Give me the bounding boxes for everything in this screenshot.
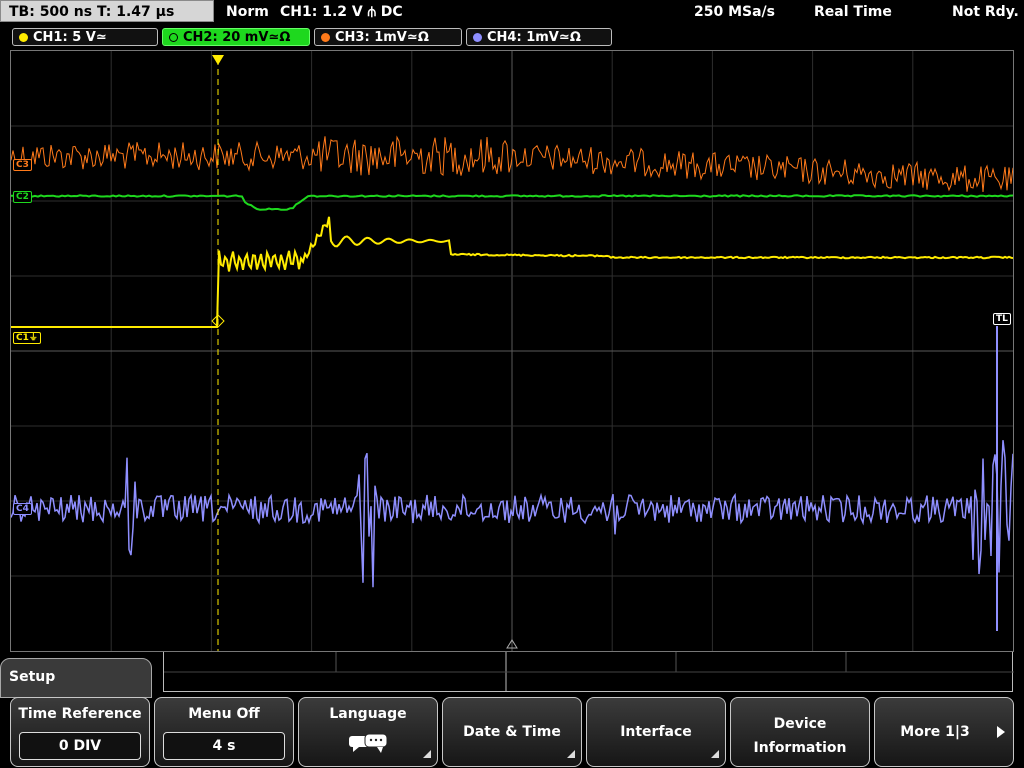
date-time-softkey[interactable]: Date & Time [442, 697, 582, 767]
softkey-label: More 1|3 [900, 724, 970, 740]
ch4-offset-marker[interactable]: C4 [13, 503, 32, 515]
softkey-label: Date & Time [463, 724, 561, 740]
acquisition-mode: Real Time [814, 4, 892, 20]
trigger-info[interactable]: CH1: 1.2 V ⫛ DC [280, 0, 403, 24]
waveform-display[interactable]: C3 C2 C1⏚ C4 TL T [10, 50, 1014, 652]
softkey-label-line1: Device [773, 716, 827, 732]
channel-tab-label: CH1: 5 V≃ [33, 30, 107, 45]
speech-bubble-icon [349, 733, 388, 753]
menu-title-tab: Setup [0, 658, 152, 698]
channel-tab-label: CH2: 20 mV≃Ω [183, 30, 291, 45]
ch3-offset-marker[interactable]: C3 [13, 159, 32, 171]
channel-tab-ch4[interactable]: CH4: 1mV≃Ω [466, 28, 612, 46]
softkey-label: Device Information [731, 712, 869, 760]
trigger-position-marker [212, 55, 224, 65]
top-status-bar: TB: 500 ns T: 1.47 µs Norm CH1: 1.2 V ⫛ … [0, 0, 1024, 24]
menu-off-value: 4 s [163, 732, 285, 760]
ch1-offset-marker[interactable]: C1⏚ [13, 332, 41, 344]
waveform-canvas [11, 51, 1013, 651]
interface-softkey[interactable]: Interface [586, 697, 726, 767]
more-softkey[interactable]: More 1|3 [874, 697, 1014, 767]
ch2-offset-marker[interactable]: C2 [13, 191, 32, 203]
menu-off-softkey[interactable]: Menu Off 4 s [154, 697, 294, 767]
arrow-right-icon [997, 726, 1005, 738]
ch3-color-dot [321, 33, 330, 42]
graticule-grid [11, 51, 1013, 651]
channel-tab-label: CH4: 1mV≃Ω [487, 30, 581, 45]
info-pane-grid [164, 652, 1014, 692]
time-reference-value: 0 DIV [19, 732, 141, 760]
channel-tab-bar: CH1: 5 V≃ CH2: 20 mV≃Ω CH3: 1mV≃Ω CH4: 1… [0, 26, 1024, 48]
timebase-readout[interactable]: TB: 500 ns T: 1.47 µs [0, 0, 214, 22]
softkey-label-line2: Information [753, 740, 847, 756]
acquisition-status: Not Rdy. [952, 4, 1019, 20]
channel-tab-label: CH3: 1mV≃Ω [335, 30, 429, 45]
trigger-level-marker[interactable]: TL [993, 313, 1011, 325]
ch2-color-dot [169, 33, 178, 42]
language-softkey[interactable]: Language [298, 697, 438, 767]
device-information-softkey[interactable]: Device Information [730, 697, 870, 767]
softkey-label: Menu Off [188, 706, 260, 722]
softkey-label: Language [329, 706, 407, 722]
submenu-indicator-icon [423, 750, 431, 758]
ch1-color-dot [19, 33, 28, 42]
menu-title: Setup [9, 669, 56, 685]
channel-tab-ch2[interactable]: CH2: 20 mV≃Ω [162, 28, 310, 46]
submenu-indicator-icon [711, 750, 719, 758]
channel-tab-ch1[interactable]: CH1: 5 V≃ [12, 28, 158, 46]
time-reference-softkey[interactable]: Time Reference 0 DIV [10, 697, 150, 767]
info-pane [163, 652, 1014, 692]
softkey-label: Time Reference [18, 706, 142, 722]
trigger-mode[interactable]: Norm [226, 0, 269, 24]
ch4-color-dot [473, 33, 482, 42]
channel-tab-ch3[interactable]: CH3: 1mV≃Ω [314, 28, 462, 46]
submenu-indicator-icon [567, 750, 575, 758]
softkey-label: Interface [620, 724, 692, 740]
sample-rate: 250 MSa/s [694, 4, 776, 20]
